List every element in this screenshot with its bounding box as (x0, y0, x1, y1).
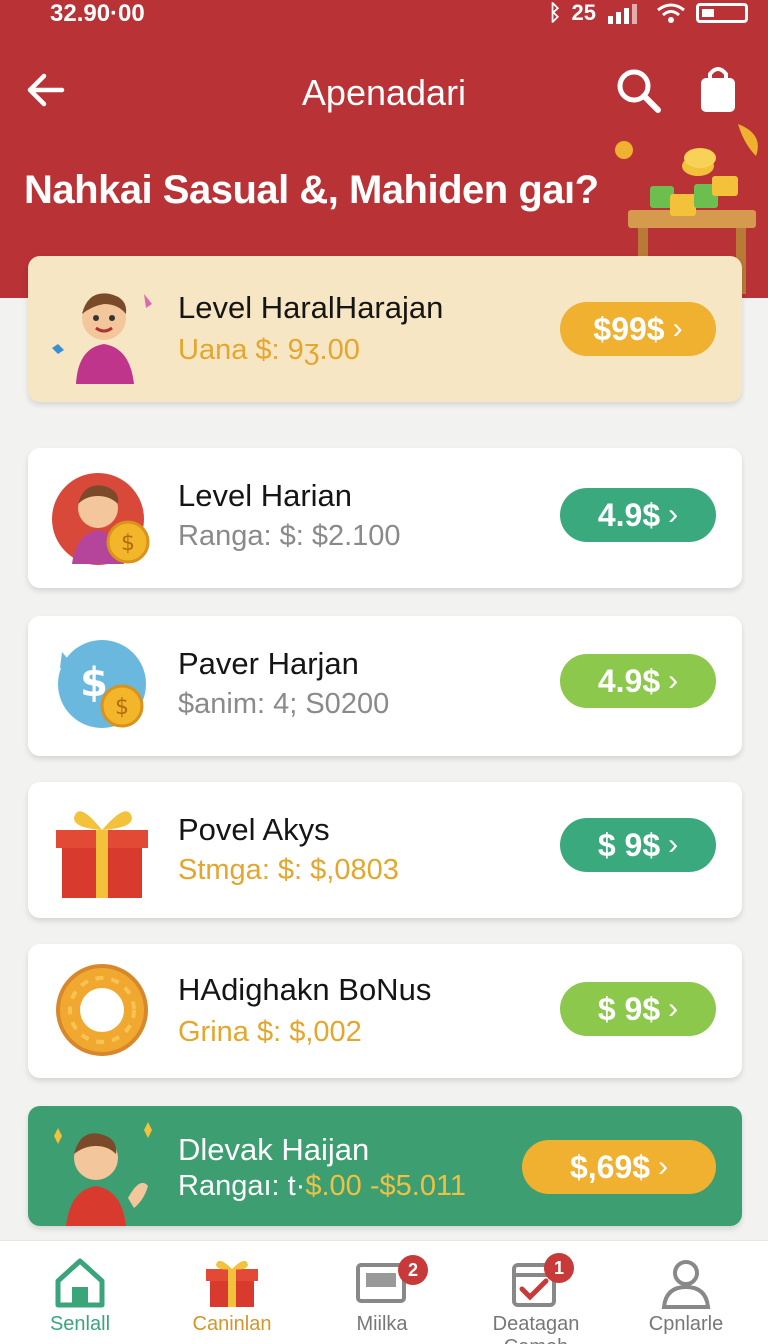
promo-subtitle-value: $.00 -$5.011 (305, 1170, 467, 1202)
promo-subtitle: Rangaı: t·$.00 -$5.011 (178, 1170, 466, 1203)
card-subtitle: $anim: 4; S0200 (178, 688, 390, 720)
level-card[interactable]: Povel Akys Stmga: $: $,0803 $ 9$ › (28, 782, 742, 918)
chevron-right-icon: › (672, 312, 683, 345)
card-subtitle: Uana $: 9ʒ.00 (178, 334, 360, 366)
claim-button[interactable]: $99$ › (560, 302, 716, 356)
sun-coin-icon (56, 964, 148, 1056)
signal-icon (608, 4, 637, 24)
nav-label: Caninlan (192, 1313, 272, 1335)
claim-button-label: 4.9$ (597, 496, 661, 533)
svg-text:$: $ (121, 531, 135, 556)
nav-item-profile[interactable]: Cpnlarle (616, 1241, 756, 1344)
claim-button-label: $,69$ (569, 1148, 651, 1185)
gift-icon (206, 1260, 258, 1307)
claim-button[interactable]: 4.9$ › (560, 488, 716, 542)
status-bar: 32.90·00 ᛒ 25 (0, 0, 768, 28)
chevron-right-icon: › (668, 828, 679, 861)
status-time: 32.90·00 (50, 0, 145, 27)
chevron-right-icon: › (658, 1150, 669, 1183)
card-subtitle: Grina $: $,002 (178, 1016, 362, 1048)
profile-icon (661, 1260, 711, 1309)
card-title: Level HaralHarajan (178, 290, 444, 325)
card-title: Level Harian (178, 478, 353, 513)
search-icon[interactable] (614, 66, 664, 116)
notification-badge: 2 (398, 1255, 428, 1285)
svg-text:$: $ (115, 695, 129, 720)
status-icons: ᛒ 25 (548, 0, 748, 26)
level-card[interactable]: $ $ Paver Harjan $anim: 4; S0200 4.9$ › (28, 616, 742, 756)
gift-box-icon (56, 811, 148, 898)
nav-item-calendar[interactable]: 1 Deatagan Cameh (466, 1241, 606, 1344)
bottom-navigation: Senlall Caninlan 2 Miilka 1 Deatagan Cam… (0, 1240, 768, 1344)
claim-button[interactable]: $ 9$ › (560, 818, 716, 872)
promo-title: Dlevak Haijan (178, 1132, 370, 1167)
hero-question: Nahkai Sasual &, Mahiden gaı? (24, 168, 599, 212)
nav-label: Miilka (356, 1313, 408, 1335)
promo-claim-button[interactable]: $,69$ › (522, 1140, 716, 1194)
notification-badge: 1 (544, 1253, 574, 1283)
battery-icon (696, 3, 748, 23)
chevron-right-icon: › (668, 664, 679, 697)
top-navigation: Apenadari (0, 60, 768, 122)
level-card[interactable]: Level HaralHarajan Uana $: 9ʒ.00 $99$ › (28, 256, 742, 402)
claim-button[interactable]: 4.9$ › (560, 654, 716, 708)
nav-label: Deatagan Cameh (492, 1313, 580, 1344)
chevron-right-icon: › (668, 498, 679, 531)
promo-card[interactable]: Dlevak Haijan Rangaı: t·$.00 -$5.011 $,6… (28, 1106, 742, 1226)
claim-button-label: $99$ (593, 310, 665, 347)
card-subtitle: Ranga: $: $2.100 (178, 520, 401, 552)
signal-text: 25 (571, 0, 596, 25)
shopping-bag-icon[interactable] (698, 64, 738, 114)
home-icon (55, 1258, 105, 1308)
wifi-icon (657, 3, 685, 23)
nav-item-home[interactable]: Senlall (10, 1241, 150, 1344)
claim-button-label: $ 9$ (597, 990, 661, 1027)
card-title: HAdighakn BoNus (178, 972, 432, 1007)
claim-button-label: $ 9$ (597, 826, 661, 863)
level-card[interactable]: $ Level Harian Ranga: $: $2.100 4.9$ › (28, 448, 742, 588)
promo-subtitle-label: Rangaı: t· (178, 1170, 306, 1202)
claim-button[interactable]: $ 9$ › (560, 982, 716, 1036)
nav-label: Senlall (49, 1313, 111, 1335)
nav-label: Cpnlarle (648, 1313, 724, 1335)
boy-avatar-icon (52, 293, 152, 384)
bluetooth-icon: ᛒ (548, 0, 562, 25)
chevron-right-icon: › (668, 992, 679, 1025)
card-title: Paver Harjan (178, 646, 359, 681)
nav-item-monitor[interactable]: 2 Miilka (312, 1241, 452, 1344)
boy-coin-avatar-icon: $ (52, 473, 150, 565)
header-banner: 32.90·00 ᛒ 25 Apenadari Nahkai Sasual &,… (0, 0, 768, 298)
claim-button-label: 4.9$ (597, 662, 661, 699)
nav-item-gift[interactable]: Caninlan (162, 1241, 302, 1344)
bonus-card[interactable]: HAdighakn BoNus Grina $: $,002 $ 9$ › (28, 944, 742, 1078)
boy-waving-icon (54, 1122, 152, 1226)
dollar-bubble-icon: $ $ (58, 640, 146, 728)
card-title: Povel Akys (178, 812, 330, 847)
card-subtitle: Stmga: $: $,0803 (178, 854, 399, 886)
